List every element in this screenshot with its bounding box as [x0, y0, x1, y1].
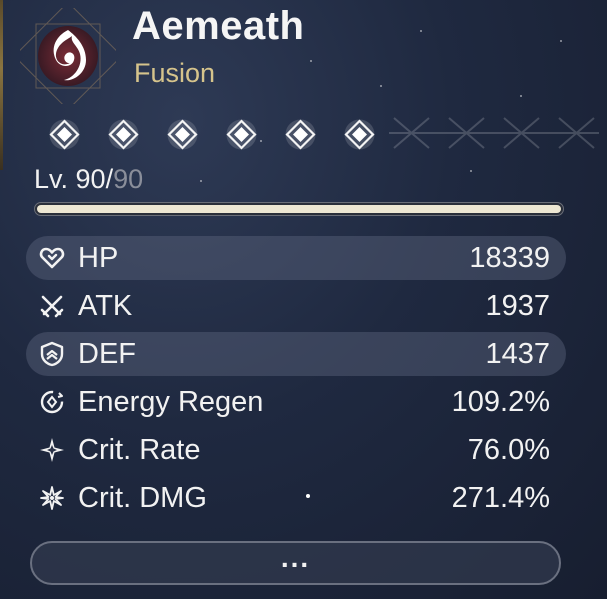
sequence-nodes [48, 118, 376, 151]
stat-label: HP [78, 241, 119, 274]
stat-value: 1937 [485, 289, 550, 322]
shield-icon [38, 340, 66, 368]
character-name: Aemeath [132, 4, 305, 48]
stats-list: HP 18339 ATK 1937 DEF 1437 Energy Regen … [26, 236, 566, 524]
sequence-node-diamond-icon[interactable] [48, 118, 81, 151]
sequence-node-diamond-icon[interactable] [343, 118, 376, 151]
level-label: Lv. 90/90 [34, 164, 143, 195]
stat-value: 76.0% [467, 433, 550, 466]
left-edge-accent [0, 0, 3, 170]
stat-row-atk: ATK 1937 [26, 284, 566, 328]
stat-value: 18339 [469, 241, 550, 274]
stat-label: ATK [78, 289, 133, 322]
stat-value: 271.4% [451, 481, 550, 514]
crit-rate-icon [38, 436, 66, 464]
fusion-flame-icon [13, 1, 123, 111]
level-separator: / [105, 164, 114, 194]
stat-row-def: DEF 1437 [26, 332, 566, 376]
stat-value: 109.2% [451, 385, 550, 418]
stat-value: 1437 [485, 337, 550, 370]
stat-label: Crit. DMG [78, 481, 207, 514]
stat-row-hp: HP 18339 [26, 236, 566, 280]
more-button[interactable]: ... [30, 541, 561, 585]
crit-dmg-icon [38, 484, 66, 512]
stat-row-energy-regen: Energy Regen 109.2% [26, 380, 566, 424]
sequence-node-diamond-icon[interactable] [166, 118, 199, 151]
sequence-node-diamond-icon[interactable] [284, 118, 317, 151]
decorative-pattern [389, 117, 599, 149]
stat-label: Crit. Rate [78, 433, 201, 466]
level-progress-bar [34, 202, 564, 216]
sequence-node-diamond-icon[interactable] [225, 118, 258, 151]
character-element: Fusion [134, 58, 216, 88]
sequence-node-diamond-icon[interactable] [107, 118, 140, 151]
stat-label: Energy Regen [78, 385, 264, 418]
level-prefix: Lv. [34, 164, 76, 194]
heart-icon [38, 244, 66, 272]
stat-row-crit-dmg: Crit. DMG 271.4% [26, 476, 566, 520]
stat-row-crit-rate: Crit. Rate 76.0% [26, 428, 566, 472]
energy-regen-icon [38, 388, 66, 416]
level-progress-fill [37, 205, 561, 213]
stat-label: DEF [78, 337, 136, 370]
more-ellipsis-icon: ... [280, 542, 311, 573]
level-current: 90 [75, 164, 106, 194]
crossed-swords-icon [38, 292, 66, 320]
level-max: 90 [113, 164, 144, 194]
